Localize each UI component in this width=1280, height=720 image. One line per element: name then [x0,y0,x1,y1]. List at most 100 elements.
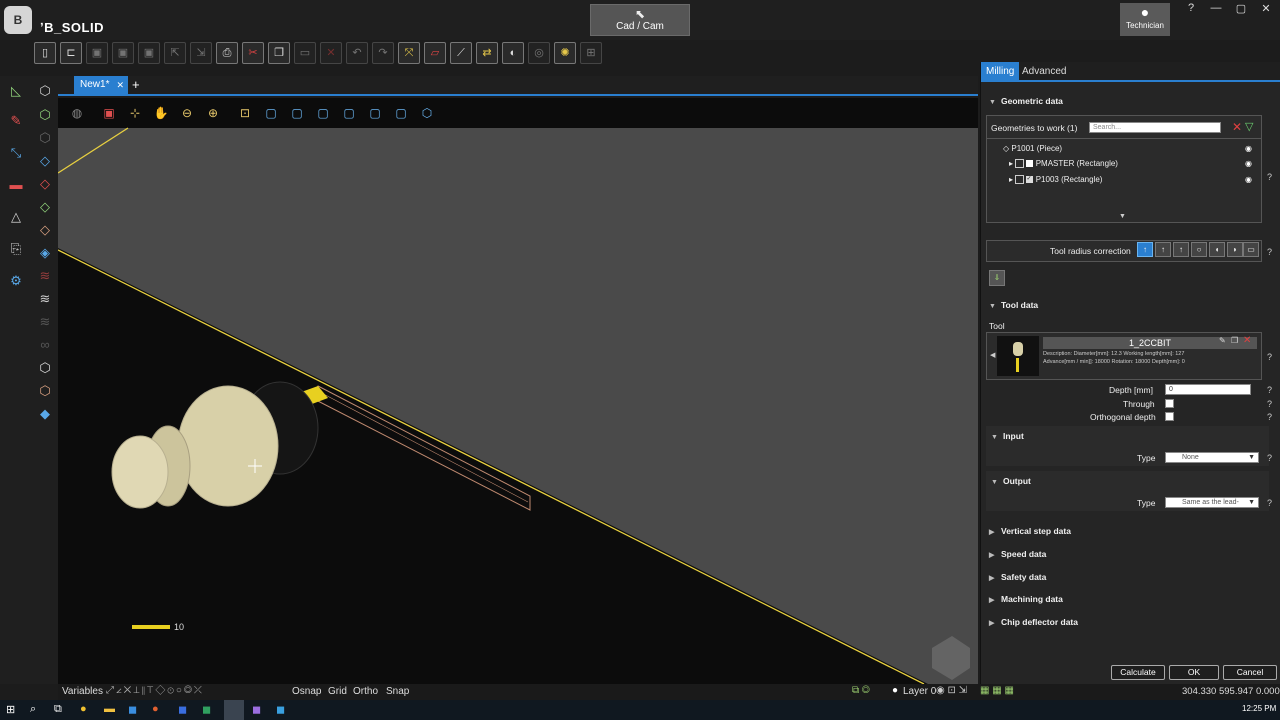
section-safety-data[interactable]: ▶ Safety data [989,572,1046,582]
grid-toggle[interactable]: Grid [328,686,347,697]
bsolid-taskbar-icon[interactable] [224,700,244,720]
render-mode-icons[interactable]: ▦ ▦ ▦ [980,685,1014,696]
section-input[interactable]: ▼ Input [991,431,1024,441]
depth-input[interactable]: 0 [1165,384,1251,395]
layer-tools-icon[interactable]: ⧉ ◎ [852,685,870,696]
move-icon[interactable]: ⤧ [398,42,420,64]
new-file-icon[interactable]: ▯ [34,42,56,64]
help-icon[interactable]: ? [1267,399,1272,409]
diamond-red-icon[interactable]: ◇ [34,173,56,195]
radius-arc-right-icon[interactable]: ◗ [1227,242,1243,257]
search-icon[interactable]: ⌕ [30,703,36,716]
close-button[interactable]: ✕ [1253,2,1279,16]
windows-start-icon[interactable]: ⊞ [6,703,15,716]
variables-button[interactable]: Variables [62,686,103,697]
ok-button[interactable]: OK [1169,665,1219,680]
prev-tool-icon[interactable]: ◀ [990,351,995,359]
cad-cam-button[interactable]: ⬉ Cad / Cam [590,4,690,36]
tab-milling[interactable]: Milling [981,62,1020,82]
file-explorer-icon[interactable]: ▬ [104,703,115,715]
hand-pan-icon[interactable]: ✋ [150,102,172,124]
radius-right-icon[interactable]: ↑ [1173,242,1189,257]
circle-icon[interactable]: ◐ [502,42,524,64]
onenote-icon[interactable]: ◼ [252,703,261,716]
tree-check-p1003[interactable] [1015,175,1025,185]
calculate-button[interactable]: Calculate [1111,665,1165,680]
cube-dim-icon[interactable]: ⬡ [34,127,56,149]
app-icon[interactable]: ◼ [276,703,285,716]
select-window-icon[interactable]: ▣ [98,102,120,124]
rotate-icon[interactable]: ▱ [424,42,446,64]
output-type-select[interactable]: Same as the lead- ▼ [1165,497,1259,508]
copy-tool-icon[interactable]: ❐ [1231,336,1238,345]
mirror-icon[interactable]: ⟋ [450,42,472,64]
section-output[interactable]: ▼ Output [991,476,1031,486]
cut-icon[interactable]: ✂ [242,42,264,64]
section-machining-data[interactable]: ▶ Machining data [989,594,1063,604]
view-left-icon[interactable]: ▢ [312,102,334,124]
radius-corner-icon[interactable]: ▭ [1243,242,1259,257]
help-icon[interactable]: ? [1267,453,1272,463]
help-icon[interactable]: ? [1267,498,1272,508]
tab-new1[interactable]: New1* ✕ [74,76,128,94]
zoom-extents-icon[interactable]: ⊡ [234,102,256,124]
layer-options-icon[interactable]: ◉ ⊡ ⇲ [936,685,967,696]
word-icon[interactable]: ◼ [178,703,187,716]
radius-arc-left-icon[interactable]: ◖ [1209,242,1225,257]
clipboard-icon[interactable]: ⎘ [5,238,27,260]
osnap-toggle[interactable]: Osnap [292,686,321,697]
section-vertical-step-data[interactable]: ▶ Vertical step data [989,526,1071,536]
layer-label[interactable]: Layer 0 [903,686,936,697]
delete-icon[interactable]: ✕ [320,42,342,64]
help-icon[interactable]: ? [1267,352,1272,362]
radius-circle-icon[interactable]: ○ [1191,242,1207,257]
open-folder-icon[interactable]: ⊏ [60,42,82,64]
diamond-blue-icon[interactable]: ◇ [34,150,56,172]
minimize-button[interactable]: — [1203,2,1229,16]
snap-toggle[interactable]: Snap [386,686,409,697]
view-iso-icon[interactable]: ⬡ [416,102,438,124]
tool-card[interactable]: ◀ 1_2CCBIT ✎ ❐ ✕ Description: Diameter[m… [986,332,1262,380]
filter-icon[interactable]: ▽ [1245,120,1253,133]
export-icon[interactable]: ⇱ [164,42,186,64]
tree-item-p1003[interactable]: ▸ ✓ P1003 (Rectangle) [1009,175,1102,185]
section-tool-data[interactable]: ▼ Tool data [989,300,1038,310]
layers-dim-icon[interactable]: ≋ [34,311,56,333]
pan-axes-icon[interactable]: ⊹ [124,102,146,124]
section-chip-deflector-data[interactable]: ▶ Chip deflector data [989,617,1078,627]
group-icon[interactable]: ⊞ [580,42,602,64]
view-top-icon[interactable]: ▢ [364,102,386,124]
cube-green-icon[interactable]: ⬡ [34,104,56,126]
swap-icon[interactable]: ⇄ [476,42,498,64]
compass-icon[interactable]: ✺ [554,42,576,64]
chrome-icon[interactable]: ● [80,703,87,715]
diamond-green-icon[interactable]: ◇ [34,196,56,218]
diamond-hatch-icon[interactable]: ◇ [34,219,56,241]
help-icon[interactable]: ? [1267,247,1272,257]
circles-icon[interactable]: ∞ [34,334,56,356]
stack-icon[interactable]: ◆ [34,403,56,425]
zoom-out-icon[interactable]: ⊖ [176,102,198,124]
orthogonal-depth-checkbox[interactable] [1165,412,1174,421]
print-icon[interactable]: ⎙ [216,42,238,64]
remove-tool-icon[interactable]: ✕ [1243,335,1251,346]
help-icon[interactable]: ? [1267,412,1272,422]
pencil-icon[interactable]: ✎ [5,110,27,132]
outlook-icon[interactable]: ◼ [128,703,137,716]
view-front-icon[interactable]: ▢ [260,102,282,124]
ortho-toggle[interactable]: Ortho [353,686,378,697]
save-as-icon[interactable]: ▣ [112,42,134,64]
edit-tool-icon[interactable]: ✎ [1219,336,1226,345]
zoom-in-icon[interactable]: ⊕ [202,102,224,124]
firefox-icon[interactable]: ● [152,703,159,715]
ruler-icon[interactable]: ▬ [5,174,27,196]
box-icon[interactable]: ⬡ [34,357,56,379]
view-bottom-icon[interactable]: ▢ [390,102,412,124]
visibility-eye-icon[interactable]: ◉ [1245,159,1252,168]
copy-icon[interactable]: ❐ [268,42,290,64]
tree-check-pmaster[interactable] [1015,159,1025,169]
disk-icon[interactable]: ◈ [34,242,56,264]
visibility-eye-icon[interactable]: ◉ [1245,175,1252,184]
help-icon[interactable]: ? [1267,385,1272,395]
view-back-icon[interactable]: ▢ [286,102,308,124]
